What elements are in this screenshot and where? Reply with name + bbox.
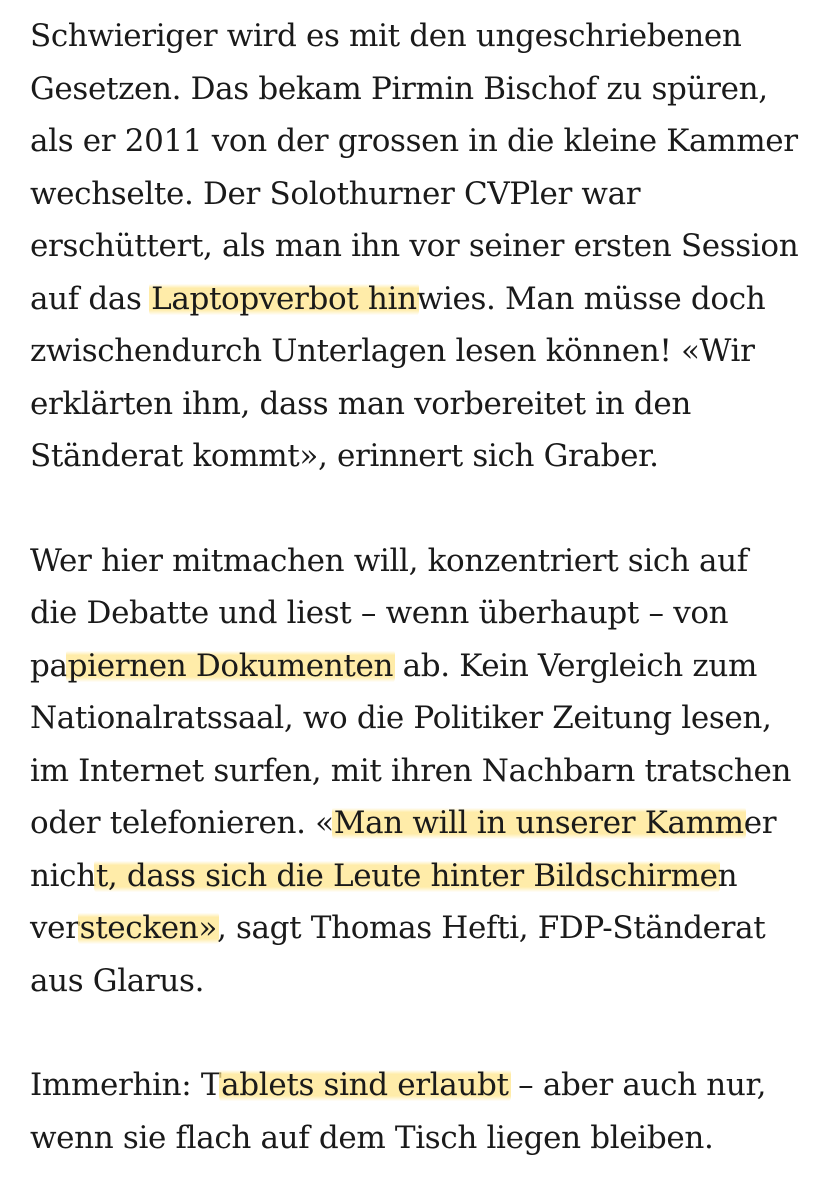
text-line: die Debatte und liest – wenn überhaupt –… <box>30 587 830 640</box>
text-segment: Nationalratssaal, wo die Politiker Zeitu… <box>30 700 772 736</box>
text-line: Gesetzen. Das bekam Pirmin Bischof zu sp… <box>30 63 830 116</box>
highlighted-text: ablets sind erlaubt <box>219 1067 511 1103</box>
highlighted-text: stecken» <box>77 910 219 946</box>
text-segment: die Debatte und liest – wenn überhaupt –… <box>30 595 729 631</box>
text-segment: wenn sie flach auf dem Tisch liegen blei… <box>30 1119 714 1156</box>
text-segment: , sagt Thomas Hefti, FDP-Ständerat <box>216 910 766 946</box>
text-segment: oder telefonieren. « <box>30 805 334 841</box>
highlighted-text: piernen Dokumenten <box>65 647 396 684</box>
text-segment: erklärten ihm, dass man vorbereitet in d… <box>30 385 692 422</box>
text-line: zwischendurch Unterlagen lesen können! «… <box>30 325 830 378</box>
text-segment: wechselte. Der Solothurner CVPler war <box>30 175 641 212</box>
text-line: Immerhin: Tablets sind erlaubt – aber au… <box>30 1059 830 1112</box>
text-line: auf das Laptopverbot hinwies. Man müsse … <box>30 273 830 326</box>
text-line: Ständerat kommt», erinnert sich Graber. <box>30 430 830 483</box>
text-line: nicht, dass sich die Leute hinter Bildsc… <box>30 850 830 903</box>
text-line: Schwieriger wird es mit den ungeschriebe… <box>30 10 830 63</box>
text-line: erschüttert, als man ihn vor seiner erst… <box>30 220 830 273</box>
highlighted-text: t, dass sich die Leute hinter Bildschirm… <box>93 857 720 894</box>
text-line: oder telefonieren. «Man will in unserer … <box>30 797 830 850</box>
text-segment: im Internet surfen, mit ihren Nachbarn t… <box>30 752 792 789</box>
paragraph: Wer hier mitmachen will, konzentriert si… <box>30 535 830 1008</box>
paragraph: Immerhin: Tablets sind erlaubt – aber au… <box>30 1059 830 1164</box>
text-segment: n <box>717 857 738 894</box>
paragraph: Schwieriger wird es mit den ungeschriebe… <box>30 10 830 483</box>
text-line: erklärten ihm, dass man vorbereitet in d… <box>30 378 830 431</box>
text-segment: Immerhin: T <box>30 1067 222 1103</box>
text-segment: Gesetzen. Das bekam Pirmin Bischof zu sp… <box>30 70 768 107</box>
text-line: Nationalratssaal, wo die Politiker Zeitu… <box>30 692 830 745</box>
text-segment: ver <box>30 910 80 946</box>
text-segment: – aber auch nur, <box>508 1067 767 1103</box>
text-segment: Schwieriger wird es mit den ungeschriebe… <box>30 18 742 54</box>
text-segment: wies. Man müsse doch <box>416 280 766 317</box>
text-line: im Internet surfen, mit ihren Nachbarn t… <box>30 745 830 798</box>
text-segment: er <box>743 805 777 841</box>
text-line: aus Glarus. <box>30 955 830 1008</box>
text-segment: Wer hier mitmachen will, konzentriert si… <box>30 542 748 579</box>
text-segment: ab. Kein Vergleich zum <box>393 647 758 684</box>
highlighted-text: Laptopverbot hin <box>149 280 419 317</box>
text-line: papiernen Dokumenten ab. Kein Vergleich … <box>30 640 830 693</box>
text-line: als er 2011 von der grossen in die klein… <box>30 115 830 168</box>
text-segment: erschüttert, als man ihn vor seiner erst… <box>30 228 799 264</box>
text-segment: als er 2011 von der grossen in die klein… <box>30 123 798 159</box>
text-segment: aus Glarus. <box>30 962 205 999</box>
text-line: wenn sie flach auf dem Tisch liegen blei… <box>30 1112 830 1165</box>
text-line: verstecken», sagt Thomas Hefti, FDP-Stän… <box>30 902 830 955</box>
text-segment: nich <box>30 857 96 894</box>
article-body: Schwieriger wird es mit den ungeschriebe… <box>30 10 830 1164</box>
text-line: wechselte. Der Solothurner CVPler war <box>30 168 830 221</box>
highlighted-text: Man will in unserer Kamm <box>331 805 746 841</box>
text-segment: auf das <box>30 280 152 317</box>
text-segment: zwischendurch Unterlagen lesen können! «… <box>30 333 755 369</box>
text-line: Wer hier mitmachen will, konzentriert si… <box>30 535 830 588</box>
text-segment: pa <box>30 647 68 684</box>
text-segment: Ständerat kommt», erinnert sich Graber. <box>30 438 659 474</box>
